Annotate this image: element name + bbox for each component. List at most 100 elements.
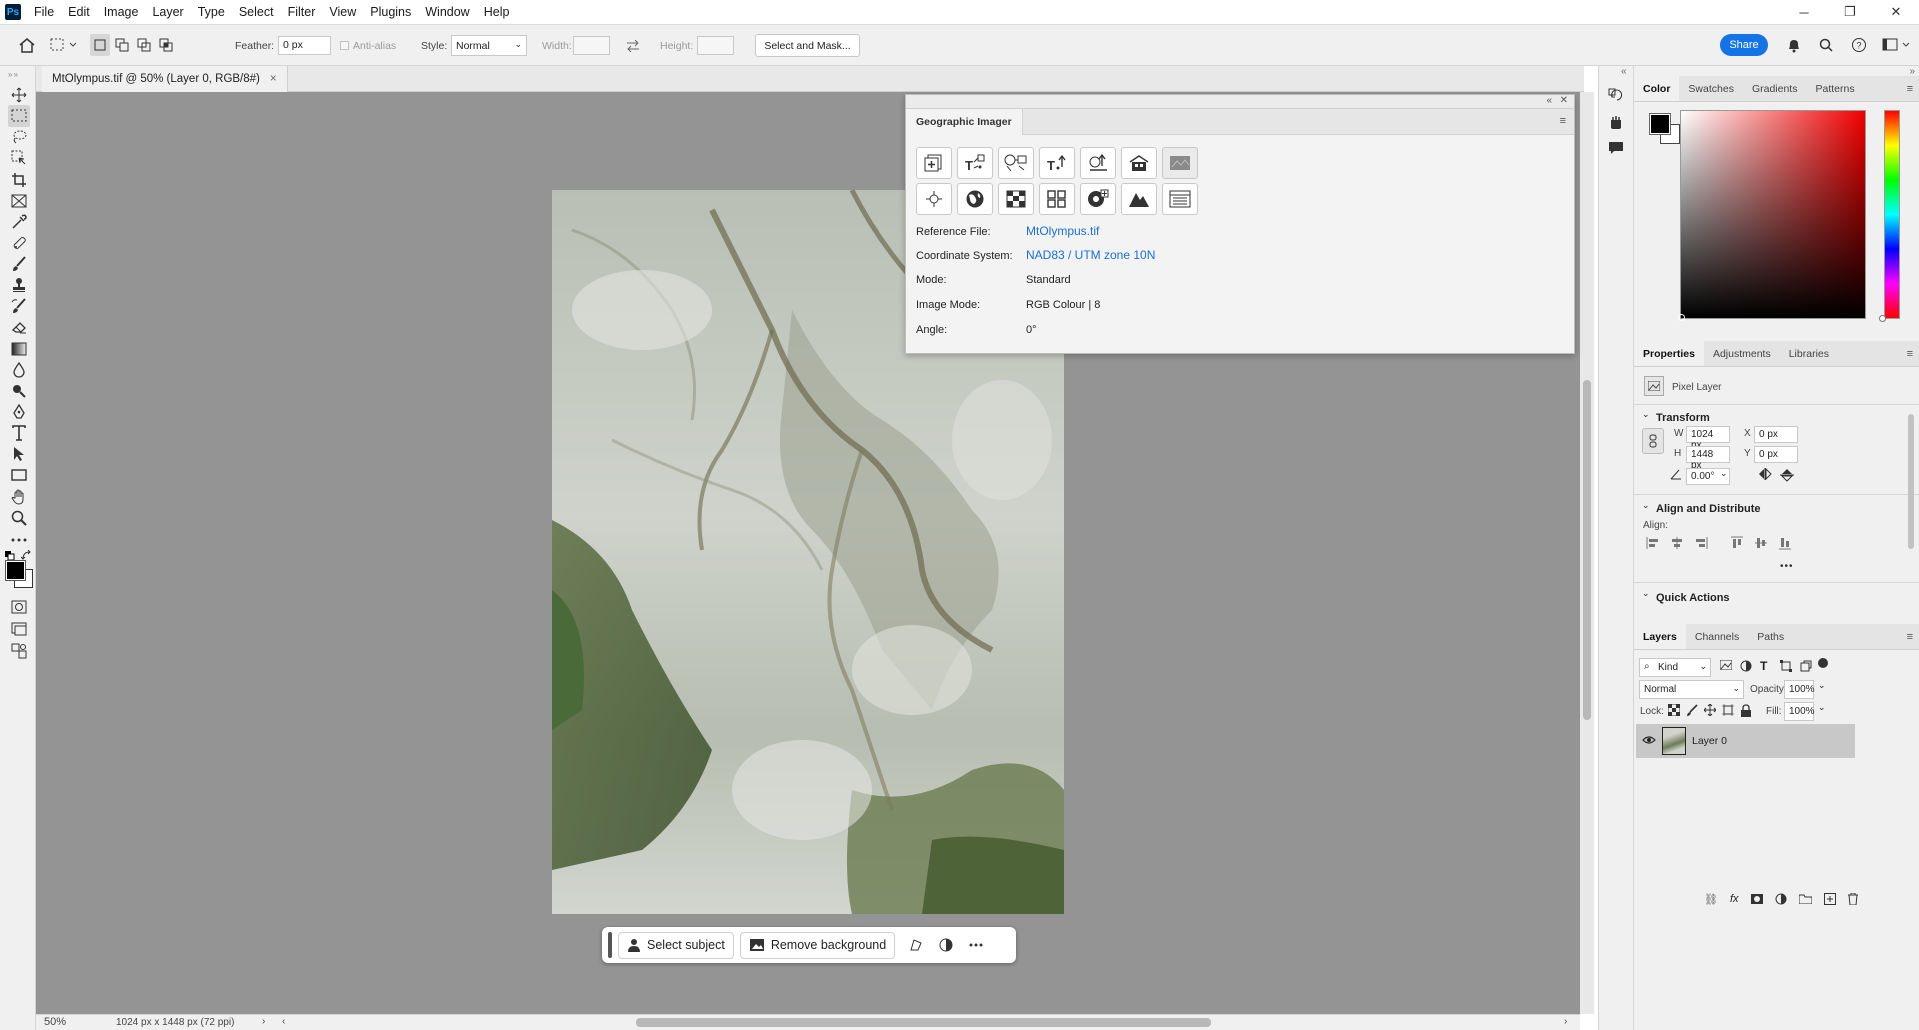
transform-chevron-icon[interactable]: ⌄	[1642, 409, 1650, 420]
menu-filter[interactable]: Filter	[281, 5, 323, 19]
layer-styles-fx-icon[interactable]: fx	[1730, 893, 1739, 905]
scroll-left-icon[interactable]: ‹	[282, 1016, 285, 1027]
notifications-bell-icon[interactable]	[1784, 35, 1804, 55]
brush-tool-icon[interactable]	[8, 253, 30, 275]
tab-channels[interactable]: Channels	[1686, 624, 1748, 649]
workspace-switcher-icon[interactable]	[1880, 35, 1912, 55]
layer-row[interactable]: Layer 0	[1636, 724, 1855, 758]
lock-transparent-pixels-icon[interactable]	[1668, 704, 1682, 718]
lock-position-icon[interactable]	[1704, 704, 1718, 718]
coordinate-system-link[interactable]: NAD83 / UTM zone 10N	[1026, 248, 1155, 262]
align-horizontal-center-icon[interactable]	[1670, 536, 1684, 550]
tab-swatches[interactable]: Swatches	[1679, 76, 1743, 101]
width-input[interactable]	[573, 36, 610, 55]
height-field[interactable]: 1448 px	[1686, 446, 1730, 471]
actions-icon[interactable]	[1608, 114, 1626, 132]
tab-layers[interactable]: Layers	[1634, 624, 1686, 649]
quick-actions-section-title[interactable]: Quick Actions	[1656, 592, 1730, 604]
width-field[interactable]: 1024 px	[1686, 426, 1730, 451]
import-text-points-icon[interactable]: T	[957, 147, 993, 179]
tool-preset-picker-icon[interactable]	[48, 35, 78, 55]
delete-layer-icon[interactable]	[1847, 893, 1858, 905]
opacity-field[interactable]: 100%	[1784, 680, 1815, 699]
expand-dock-icon[interactable]: «	[1621, 66, 1627, 77]
export-text-points-icon[interactable]: T	[1039, 147, 1075, 179]
screen-mode-icon[interactable]	[8, 618, 30, 640]
menu-image[interactable]: Image	[97, 5, 146, 19]
gradient-tool-icon[interactable]	[8, 338, 30, 360]
default-colors-icon[interactable]	[5, 551, 15, 561]
new-layer-icon[interactable]	[1823, 893, 1836, 905]
x-field[interactable]: 0 px	[1754, 426, 1798, 443]
tab-paths[interactable]: Paths	[1748, 624, 1793, 649]
help-icon[interactable]: ?	[1849, 35, 1869, 55]
history-brush-tool-icon[interactable]	[8, 295, 30, 317]
frame-tool-icon[interactable]	[8, 190, 30, 212]
swap-width-height-icon[interactable]	[624, 37, 642, 55]
tab-color[interactable]: Color	[1634, 76, 1680, 101]
link-layers-icon[interactable]: ⛓	[1704, 893, 1718, 906]
lasso-tool-icon[interactable]	[8, 126, 30, 148]
remove-background-button[interactable]: Remove background	[739, 931, 896, 959]
toolbar-grip-icon[interactable]: »»	[8, 70, 28, 79]
align-vertical-center-icon[interactable]	[1754, 536, 1768, 550]
map-image-icon[interactable]	[1162, 147, 1198, 179]
feather-input[interactable]: 0 px	[278, 36, 331, 55]
filter-shape-layers-icon[interactable]	[1780, 660, 1794, 674]
eraser-tool-icon[interactable]	[8, 316, 30, 338]
lock-image-pixels-icon[interactable]	[1686, 704, 1700, 718]
flip-horizontal-icon[interactable]	[1758, 468, 1774, 482]
close-document-icon[interactable]: ×	[270, 73, 277, 85]
height-input[interactable]	[697, 36, 734, 55]
hue-slider-handle[interactable]	[1879, 315, 1886, 322]
blend-mode-select[interactable]: Normal ⌄	[1639, 680, 1744, 699]
new-group-icon[interactable]	[1798, 894, 1812, 904]
move-tool-icon[interactable]	[8, 84, 30, 106]
align-top-icon[interactable]	[1730, 536, 1744, 550]
close-window-button[interactable]: ✕	[1873, 0, 1919, 24]
hue-slider[interactable]	[1884, 110, 1900, 319]
tab-adjustments[interactable]: Adjustments	[1704, 341, 1780, 366]
reference-file-link[interactable]: MtOlympus.tif	[1026, 224, 1099, 238]
tab-gradients[interactable]: Gradients	[1743, 76, 1807, 101]
properties-panel-menu-icon[interactable]: ≡	[1907, 348, 1913, 360]
new-georeferenced-document-icon[interactable]	[916, 147, 952, 179]
clone-stamp-tool-icon[interactable]	[8, 274, 30, 296]
menu-type[interactable]: Type	[191, 5, 232, 19]
share-button[interactable]: Share	[1720, 34, 1768, 56]
rectangular-marquee-tool-icon[interactable]	[8, 105, 30, 127]
properties-scrollbar[interactable]	[1907, 402, 1915, 612]
select-and-mask-button[interactable]: Select and Mask...	[755, 34, 860, 57]
vertical-scroll-thumb[interactable]	[1583, 380, 1591, 720]
search-icon[interactable]	[1816, 35, 1836, 55]
intersect-selection-icon[interactable]	[156, 34, 176, 56]
blur-tool-icon[interactable]	[8, 359, 30, 381]
align-left-icon[interactable]	[1646, 536, 1660, 550]
panel-foreground-swatch[interactable]	[1649, 113, 1671, 135]
menu-layer[interactable]: Layer	[145, 5, 190, 19]
menu-help[interactable]: Help	[477, 5, 517, 19]
opacity-chevron-icon[interactable]: ⌄	[1818, 680, 1826, 691]
tiling-grid-icon[interactable]	[1039, 183, 1075, 215]
tile-checker-icon[interactable]	[998, 183, 1034, 215]
object-selection-tool-icon[interactable]	[8, 147, 30, 169]
document-tab[interactable]: MtOlympus.tif @ 50% (Layer 0, RGB/8#) ×	[42, 66, 288, 92]
dodge-tool-icon[interactable]	[8, 380, 30, 402]
vertical-scrollbar[interactable]	[1580, 92, 1594, 1014]
spot-healing-brush-icon[interactable]	[8, 232, 30, 254]
lock-artboard-icon[interactable]	[1722, 704, 1736, 718]
history-icon[interactable]	[1608, 88, 1626, 106]
georeference-icon[interactable]	[998, 147, 1034, 179]
eyedropper-tool-icon[interactable]	[8, 211, 30, 233]
select-subject-button[interactable]: Select subject	[618, 931, 734, 959]
pen-tool-icon[interactable]	[8, 401, 30, 423]
zoom-level[interactable]: 50%	[44, 1016, 66, 1028]
metadata-table-icon[interactable]	[1162, 183, 1198, 215]
restore-button[interactable]: ❐	[1827, 0, 1873, 24]
align-section-title[interactable]: Align and Distribute	[1656, 503, 1761, 515]
filter-smart-objects-icon[interactable]	[1800, 660, 1814, 674]
menu-edit[interactable]: Edit	[61, 5, 97, 19]
add-layer-mask-icon[interactable]	[1750, 894, 1763, 904]
lock-all-icon[interactable]	[1740, 704, 1754, 718]
scroll-right-icon[interactable]: ›	[1564, 1016, 1567, 1027]
